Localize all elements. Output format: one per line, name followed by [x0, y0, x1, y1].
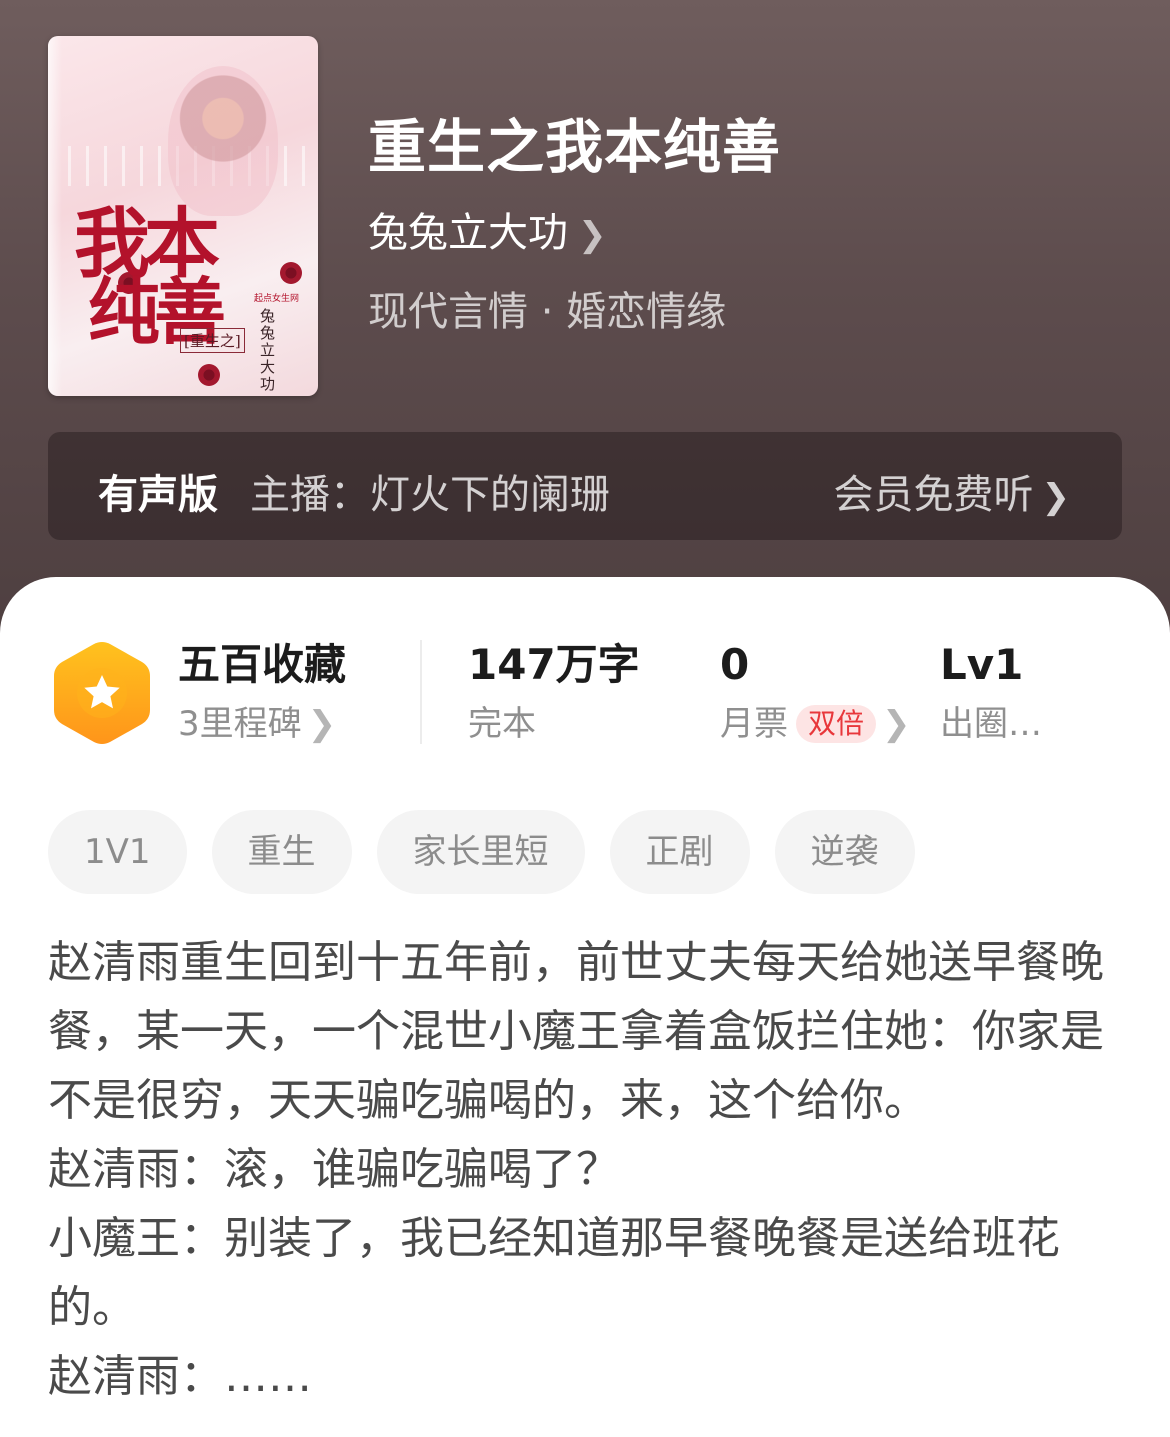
tag-list: 1V1 重生 家长里短 正剧 逆袭 [48, 810, 915, 894]
monthly-ticket-stat[interactable]: 0 月票 双倍 ❯ [720, 640, 911, 744]
audio-host: 主播：灯火下的阑珊 [250, 472, 610, 518]
double-badge: 双倍 [796, 705, 877, 743]
tag-chip[interactable]: 逆袭 [774, 810, 915, 894]
author-name: 兔兔立大功 [368, 210, 568, 256]
member-free-label: 会员免费听 [833, 472, 1034, 518]
cover-subtitle: [重生之] [180, 328, 245, 353]
book-cover[interactable]: 我本 纯善 [重生之] 起点女生网 兔兔立大功 [48, 36, 318, 396]
chevron-right-icon: ❯ [578, 215, 607, 255]
cover-publisher: 起点女生网 [254, 294, 300, 304]
audio-version-bar[interactable]: 有声版 主播：灯火下的阑珊 会员免费听 ❯ [48, 432, 1122, 540]
tag-chip[interactable]: 家长里短 [376, 810, 585, 894]
milestone-count: 3里程碑 [178, 704, 302, 744]
member-free-listen-link[interactable]: 会员免费听 ❯ [834, 462, 1071, 520]
word-count: 147万字 [468, 640, 640, 689]
description-paragraph: 赵清雨：滚，谁骗吃骗喝了？ [48, 1144, 620, 1195]
book-title: 重生之我本纯善 [368, 113, 782, 181]
description-paragraph: 赵清雨：…… [48, 1351, 312, 1402]
tag-chip[interactable]: 1V1 [48, 810, 187, 894]
audio-label: 有声版 [98, 472, 218, 518]
chevron-right-icon: ❯ [307, 704, 337, 744]
cover-author: 兔兔立大功 [260, 307, 276, 393]
author-link[interactable]: 兔兔立大功 ❯ [368, 200, 607, 258]
milestone-stat[interactable]: 五百收藏 3里程碑 ❯ [178, 640, 346, 744]
rose-icon [198, 364, 220, 386]
chevron-right-icon: ❯ [1041, 477, 1071, 517]
tag-chip[interactable]: 重生 [211, 810, 352, 894]
description-paragraph: 小魔王：别装了，我已经知道那早餐晚餐是送给班花的。 [48, 1213, 1060, 1333]
rose-icon [280, 262, 302, 284]
tag-chip[interactable]: 正剧 [609, 810, 750, 894]
level-value: Lv1 [940, 640, 1024, 689]
book-header: 我本 纯善 [重生之] 起点女生网 兔兔立大功 重生之我本纯善 兔兔立大功 ❯ 现… [0, 0, 1170, 640]
book-description[interactable]: 赵清雨重生回到十五年前，前世丈夫每天给她送早餐晚餐，某一天，一个混世小魔王拿着盒… [48, 928, 1118, 1411]
level-sub: 出圈… [940, 704, 1042, 744]
word-count-stat: 147万字 完本 [468, 640, 640, 744]
level-stat[interactable]: Lv1 出圈… [940, 640, 1042, 744]
chevron-right-icon: ❯ [882, 704, 911, 744]
book-genre: 现代言情 · 婚恋情缘 [368, 289, 727, 335]
monthly-ticket-count: 0 [720, 640, 750, 689]
monthly-ticket-label: 月票 [720, 704, 788, 744]
collection-title: 五百收藏 [178, 640, 347, 689]
stat-divider [420, 640, 422, 744]
completion-status: 完本 [468, 704, 536, 744]
cover-spine [48, 36, 62, 396]
cover-figure-art [168, 66, 278, 216]
star-hexagon-icon [54, 642, 150, 744]
description-paragraph: 赵清雨重生回到十五年前，前世丈夫每天给她送早餐晚餐，某一天，一个混世小魔王拿着盒… [48, 937, 1104, 1126]
